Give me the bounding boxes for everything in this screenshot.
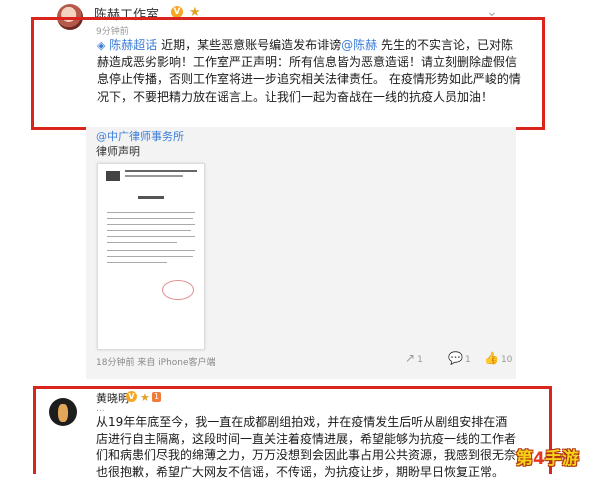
document-text-line (107, 224, 195, 225)
highlight-box (33, 386, 552, 474)
document-text-line (107, 262, 167, 263)
repost-author[interactable]: @中广律师事务所 (96, 128, 184, 144)
statement-document-image[interactable] (97, 163, 205, 350)
share-icon: ↗ (405, 351, 416, 365)
document-text-line (107, 212, 195, 213)
document-text-line (107, 250, 195, 251)
comment-count: 1 (464, 355, 471, 365)
share-count: 1 (417, 355, 423, 365)
document-text-line (107, 242, 177, 243)
site-watermark: 第4手游 (516, 449, 579, 469)
law-firm-logo (106, 171, 120, 181)
repost-meta: 18分钟前 来自 iPhone客户端 (96, 358, 216, 368)
seal-stamp (162, 280, 194, 300)
comment-action[interactable]: 💬 1 (448, 351, 471, 365)
document-text-line (107, 256, 193, 257)
like-icon: 👍 (484, 351, 499, 365)
document-text-line (107, 218, 193, 219)
document-header-line (125, 170, 197, 172)
share-action[interactable]: ↗ 1 (405, 351, 423, 365)
document-text-line (107, 230, 191, 231)
document-text-line (107, 236, 195, 237)
document-header-line (125, 175, 183, 177)
like-count: 10 (500, 355, 513, 365)
document-title-line (138, 196, 164, 199)
repost-text: 律师声明 (96, 145, 140, 158)
like-action[interactable]: 👍 10 (484, 351, 512, 365)
comment-icon: 💬 (448, 351, 463, 365)
highlight-box (31, 17, 545, 130)
